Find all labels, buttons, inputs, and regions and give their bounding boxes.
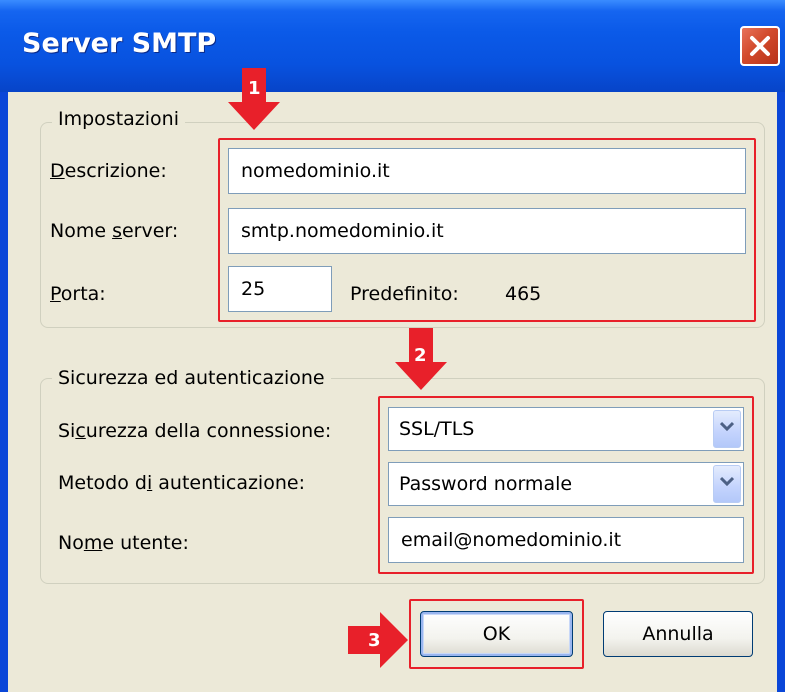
window-title: Server SMTP [22, 28, 217, 59]
description-label: Descrizione: [50, 160, 167, 182]
title-bar[interactable]: Server SMTP [0, 0, 785, 92]
highlight-box-3 [409, 599, 584, 669]
arrow-down-marker-2: 2 [395, 328, 447, 390]
auth-method-label: Metodo di autenticazione: [58, 472, 305, 494]
marker-number-2: 2 [414, 345, 427, 366]
arrow-down-marker-1: 1 [228, 68, 280, 130]
highlight-box-2 [378, 396, 754, 574]
marker-number-1: 1 [248, 78, 261, 99]
close-button[interactable] [740, 26, 780, 66]
arrow-right-marker-3: 3 [348, 612, 408, 668]
smtp-dialog [0, 0, 785, 692]
port-label: Porta: [50, 283, 106, 305]
cancel-button[interactable]: Annulla [603, 611, 753, 657]
marker-number-3: 3 [368, 630, 381, 651]
close-icon [750, 36, 770, 56]
username-label: Nome utente: [58, 532, 189, 554]
highlight-box-1 [218, 138, 756, 322]
settings-group-legend: Impostazioni [52, 108, 185, 130]
connection-security-label: Sicurezza della connessione: [58, 420, 332, 442]
security-group-legend: Sicurezza ed autenticazione [52, 367, 331, 389]
server-name-label: Nome server: [50, 220, 179, 242]
